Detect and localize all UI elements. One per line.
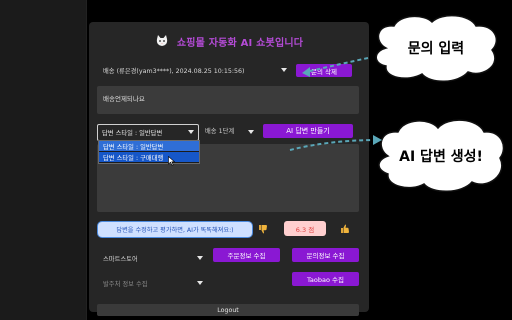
arrow-overlay (289, 57, 382, 151)
arrow-to-delete-button (305, 57, 369, 73)
arrow-from-answer-button (289, 139, 379, 151)
arrow-head-2 (373, 135, 382, 145)
screen: 쇼핑몰 자동화 AI 쇼봇입니다 배송 (류은경(yam3****), 2024… (0, 0, 512, 320)
arrow-head-1 (302, 67, 310, 77)
